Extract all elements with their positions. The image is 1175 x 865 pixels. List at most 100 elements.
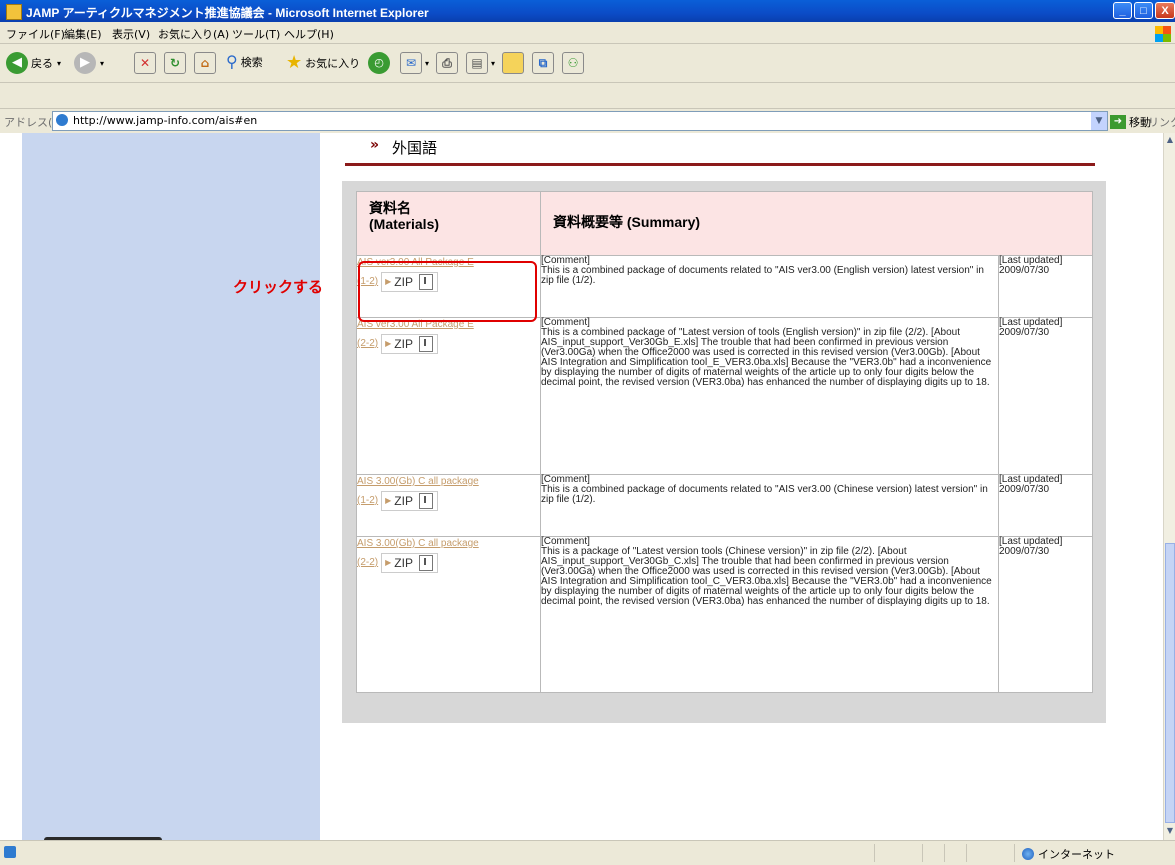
header-summary-label: 資料概要等 (Summary): [553, 214, 701, 230]
updated-cell: [Last updated] 2009/07/30: [998, 536, 1093, 693]
history-icon: ◴: [368, 52, 390, 74]
toolbar: ◀ 戻る ▾ ▶ ▾ ✕ ↻ ⌂ ⚲ 検索 ★ お気に入り ◴ ✉ ▾ ⎙ ▤ …: [0, 44, 1175, 83]
favorites-label: お気に入り: [305, 56, 361, 70]
material-part-link[interactable]: (2-2): [357, 337, 378, 351]
material-link[interactable]: AIS 3.00(Gb) C all package: [357, 476, 479, 487]
summary-cell: [Comment] This is a combined package of …: [540, 255, 999, 318]
updated-cell: [Last updated] 2009/07/30: [998, 474, 1093, 537]
links-button[interactable]: リンク: [1148, 114, 1175, 130]
zip-download-button[interactable]: ▶ ZIP: [381, 491, 438, 511]
updated-cell: [Last updated] 2009/07/30: [998, 255, 1093, 318]
back-button[interactable]: ◀ 戻る ▾: [6, 52, 61, 74]
refresh-icon: ↻: [164, 52, 186, 74]
click-instruction-label: クリックする: [233, 279, 324, 296]
material-part-link[interactable]: (1-2): [357, 494, 378, 508]
menu-favorites[interactable]: お気に入り(A): [158, 26, 229, 42]
chevron-down-icon[interactable]: ▼: [1091, 112, 1107, 130]
dropdown-icon: ▾: [491, 58, 496, 68]
discuss-button[interactable]: [502, 52, 524, 74]
edit-icon: ▤: [466, 52, 488, 74]
material-part-link[interactable]: (2-2): [357, 556, 378, 570]
address-input[interactable]: http://www.jamp-info.com/ais#en ▼: [52, 111, 1108, 131]
search-label: 検索: [240, 55, 263, 69]
close-button[interactable]: X: [1155, 2, 1175, 19]
menu-bar: ファイル(F) 編集(E) 表示(V) お気に入り(A) ツール(T) ヘルプ(…: [0, 22, 1175, 44]
scrollbar-thumb[interactable]: [1165, 543, 1175, 823]
print-button[interactable]: ⎙: [436, 52, 458, 74]
scroll-down-icon[interactable]: ▼: [1164, 826, 1175, 838]
menu-file[interactable]: ファイル(F): [6, 26, 65, 42]
favorites-button[interactable]: ★ お気に入り: [286, 52, 360, 73]
material-link[interactable]: AIS 3.00(Gb) C all package: [357, 538, 479, 549]
header-materials: 資料名 (Materials): [356, 191, 541, 256]
search-icon: ⚲: [226, 52, 238, 71]
minimize-button[interactable]: _: [1113, 2, 1132, 19]
search-button[interactable]: ⚲ 検索: [226, 52, 263, 71]
stop-button[interactable]: ✕: [134, 52, 156, 74]
maximize-button[interactable]: □: [1134, 2, 1153, 19]
home-icon: ⌂: [194, 52, 216, 74]
page-viewport: » 外国語 資料名 (Materials) 資料概要等 (Summary) AI…: [0, 133, 1163, 840]
page-status-icon: [4, 846, 16, 858]
updated-date: 2009/07/30: [999, 265, 1050, 276]
scroll-up-icon[interactable]: ▲: [1164, 135, 1175, 147]
dropdown-icon: ▾: [100, 58, 105, 68]
home-button[interactable]: ⌂: [194, 52, 216, 74]
mail-button[interactable]: ✉ ▾: [400, 52, 429, 74]
summary-text: This is a combined package of documents …: [541, 484, 988, 505]
status-divider: [944, 844, 945, 862]
arrow-right-icon: ▶: [385, 339, 392, 348]
forward-button[interactable]: ▶ ▾: [74, 52, 104, 74]
zip-file-icon: [418, 555, 433, 571]
table-row: AIS 3.00(Gb) C all package (2-2) ▶ ZIP […: [356, 536, 1093, 693]
status-divider: [966, 844, 967, 862]
windows-logo-icon: [1155, 26, 1171, 42]
material-cell: AIS ver3.00 All Package E (2-2) ▶ ZIP: [356, 317, 541, 475]
refresh-button[interactable]: ↻: [164, 52, 186, 74]
stop-icon: ✕: [134, 52, 156, 74]
header-materials-en: (Materials): [369, 216, 440, 232]
menu-edit[interactable]: 編集(E): [64, 26, 102, 42]
history-button[interactable]: ◴: [368, 52, 390, 74]
window-title: JAMP アーティクルマネジメント推進協議会 - Microsoft Inter…: [26, 6, 429, 20]
menu-view[interactable]: 表示(V): [112, 26, 150, 42]
status-bar: インターネット: [0, 840, 1175, 865]
go-button[interactable]: ➜ 移動: [1110, 114, 1151, 130]
back-icon: ◀: [6, 52, 28, 74]
summary-text: This is a combined package of documents …: [541, 265, 984, 286]
zip-label: ZIP: [394, 337, 413, 351]
dropdown-icon: ▾: [425, 58, 430, 68]
section-title: 外国語: [392, 139, 438, 157]
updated-cell: [Last updated] 2009/07/30: [998, 317, 1093, 475]
updated-date: 2009/07/30: [999, 484, 1050, 495]
back-label: 戻る: [31, 57, 53, 70]
table-header-row: 資料名 (Materials) 資料概要等 (Summary): [356, 191, 1093, 256]
security-zone-label: インターネット: [1038, 848, 1115, 861]
section-header: » 外国語: [340, 133, 1096, 161]
go-arrow-icon: ➜: [1110, 115, 1126, 129]
summary-text: This is a package of "Latest version too…: [541, 546, 992, 607]
menu-tools[interactable]: ツール(T): [232, 26, 280, 42]
zip-download-button[interactable]: ▶ ZIP: [381, 334, 438, 354]
header-materials-ja: 資料名: [369, 200, 411, 216]
zip-download-button[interactable]: ▶ ZIP: [381, 553, 438, 573]
click-highlight-box: [358, 261, 537, 322]
table-row: AIS ver3.00 All Package E (2-2) ▶ ZIP [C…: [356, 317, 1093, 475]
material-cell: AIS 3.00(Gb) C all package (1-2) ▶ ZIP: [356, 474, 541, 537]
research-button[interactable]: ⧉: [532, 52, 554, 74]
status-divider: [922, 844, 923, 862]
summary-cell: [Comment] This is a combined package of …: [540, 317, 999, 475]
title-bar: JAMP アーティクルマネジメント推進協議会 - Microsoft Inter…: [0, 0, 1175, 22]
print-icon: ⎙: [436, 52, 458, 74]
dropdown-icon: ▾: [57, 58, 62, 68]
favorites-star-icon: ★: [286, 52, 303, 73]
summary-text: This is a combined package of "Latest ve…: [541, 327, 992, 388]
menu-help[interactable]: ヘルプ(H): [284, 26, 334, 42]
edit-button[interactable]: ▤ ▾: [466, 52, 495, 74]
address-url[interactable]: http://www.jamp-info.com/ais#en: [73, 114, 257, 127]
messenger-button[interactable]: ⚇: [562, 52, 584, 74]
header-summary: 資料概要等 (Summary): [540, 191, 1093, 256]
status-divider: [1014, 844, 1015, 862]
zip-label: ZIP: [394, 556, 413, 570]
vertical-scrollbar[interactable]: ▲ ▼: [1163, 133, 1175, 840]
